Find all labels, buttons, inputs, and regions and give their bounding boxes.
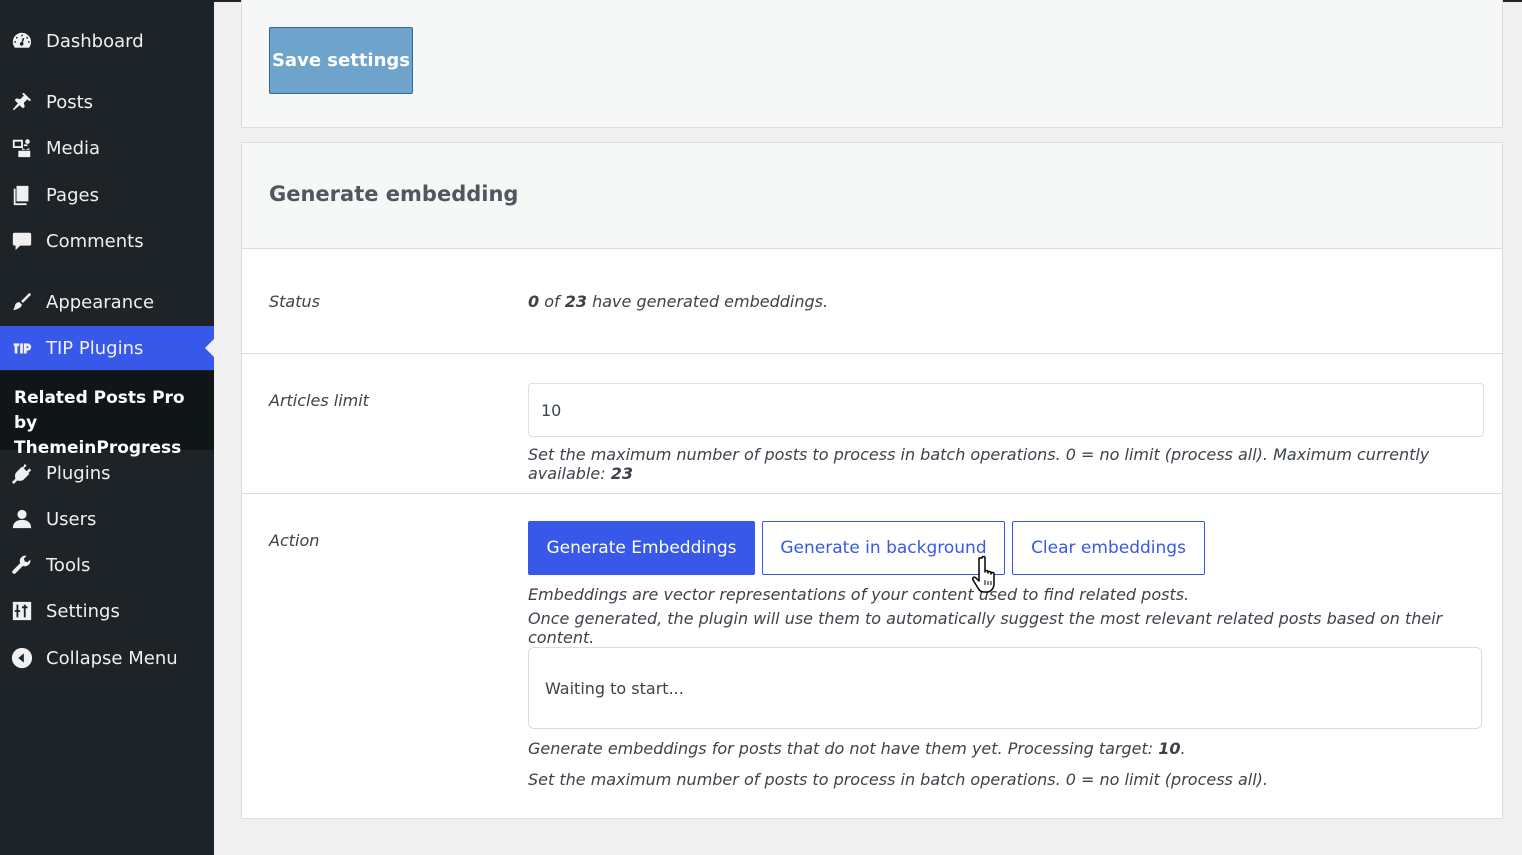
sidebar-item-users[interactable]: Users xyxy=(0,497,214,541)
sidebar-item-label: Plugins xyxy=(46,462,111,484)
hand-pointer-cursor-icon xyxy=(972,554,1008,594)
sidebar-item-posts[interactable]: Posts xyxy=(0,80,214,124)
sidebar-item-appearance[interactable]: Appearance xyxy=(0,280,214,324)
sidebar-item-comments[interactable]: Comments xyxy=(0,219,214,263)
sidebar-item-label: Settings xyxy=(46,600,120,622)
processing-target-note: Generate embeddings for posts that do no… xyxy=(528,739,1186,758)
sidebar-item-label: Tools xyxy=(46,554,91,576)
panel-header: Generate embedding xyxy=(242,143,1502,249)
limit-help-text: Set the maximum number of posts to proce… xyxy=(528,445,1430,483)
collapse-icon xyxy=(10,646,34,670)
generate-embedding-panel: Generate embedding Status 0 of 23 have g… xyxy=(241,142,1503,819)
embeddings-description-line1: Embeddings are vector representations of… xyxy=(528,585,1190,604)
generate-in-background-button[interactable]: Generate in background xyxy=(762,521,1005,575)
embeddings-description-line2: Once generated, the plugin will use them… xyxy=(528,609,1443,647)
sidebar-item-media[interactable]: Media xyxy=(0,126,214,170)
articles-limit-input[interactable] xyxy=(528,383,1484,437)
wrench-icon xyxy=(10,553,34,577)
save-settings-panel: Save settings xyxy=(241,0,1503,128)
clear-embeddings-button[interactable]: Clear embeddings xyxy=(1012,521,1205,575)
brush-icon xyxy=(10,290,34,314)
articles-limit-label: Articles limit xyxy=(269,391,369,410)
batch-limit-note: Set the maximum number of posts to proce… xyxy=(528,770,1268,789)
comment-icon xyxy=(10,229,34,253)
action-row: Action Generate Embeddings Generate in b… xyxy=(242,494,1502,818)
admin-sidebar: Dashboard Posts Media Pages Comments App… xyxy=(0,0,214,855)
articles-limit-row: Articles limit Set the maximum number of… xyxy=(242,354,1502,494)
tip-logo-icon xyxy=(10,336,34,360)
media-icon xyxy=(10,136,34,160)
sidebar-item-collapse-menu[interactable]: Collapse Menu xyxy=(0,636,214,680)
sidebar-item-label: Posts xyxy=(46,91,94,113)
dashboard-icon xyxy=(10,29,34,53)
submenu-related-posts-pro[interactable]: Related Posts Pro by ThemeinProgress xyxy=(0,371,214,458)
sidebar-item-pages[interactable]: Pages xyxy=(0,173,214,217)
sidebar-item-label: Dashboard xyxy=(46,30,144,52)
status-of: of xyxy=(544,292,560,311)
sidebar-item-label: Users xyxy=(46,508,97,530)
progress-box: Waiting to start... xyxy=(528,647,1482,729)
sidebar-item-label: Collapse Menu xyxy=(46,647,178,669)
save-settings-button[interactable]: Save settings xyxy=(269,27,413,94)
generate-embeddings-button[interactable]: Generate Embeddings xyxy=(528,521,755,575)
status-row: Status 0 of 23 have generated embeddings… xyxy=(242,249,1502,354)
sidebar-item-tools[interactable]: Tools xyxy=(0,543,214,587)
pin-icon xyxy=(10,90,34,114)
progress-status-text: Waiting to start... xyxy=(545,679,684,698)
action-label: Action xyxy=(269,531,320,550)
sidebar-item-plugins[interactable]: Plugins xyxy=(0,451,214,495)
sidebar-item-label: Appearance xyxy=(46,291,155,313)
status-label: Status xyxy=(269,292,320,311)
status-done-count: 0 xyxy=(528,292,540,311)
sidebar-item-tip-plugins[interactable]: TIP Plugins xyxy=(0,326,214,370)
target-suffix: . xyxy=(1180,739,1186,758)
target-value: 10 xyxy=(1158,739,1181,758)
sidebar-item-label: TIP Plugins xyxy=(46,337,144,359)
limit-max-available: 23 xyxy=(610,464,633,483)
plug-icon xyxy=(10,461,34,485)
articles-limit-help: Set the maximum number of posts to proce… xyxy=(528,445,1502,483)
status-total-count: 23 xyxy=(564,292,588,311)
sidebar-item-dashboard[interactable]: Dashboard xyxy=(0,19,214,63)
pages-icon xyxy=(10,183,34,207)
status-value: 0 of 23 have generated embeddings. xyxy=(528,292,828,311)
target-prefix: Generate embeddings for posts that do no… xyxy=(528,739,1154,758)
sidebar-item-settings[interactable]: Settings xyxy=(0,589,214,633)
sidebar-item-label: Comments xyxy=(46,230,144,252)
status-suffix: have generated embeddings. xyxy=(592,292,829,311)
submenu-item-label: Related Posts Pro by ThemeinProgress xyxy=(14,388,185,458)
panel-title: Generate embedding xyxy=(269,182,519,206)
sidebar-item-label: Media xyxy=(46,137,101,159)
user-icon xyxy=(10,507,34,531)
sliders-icon xyxy=(10,599,34,623)
sidebar-item-label: Pages xyxy=(46,184,99,206)
